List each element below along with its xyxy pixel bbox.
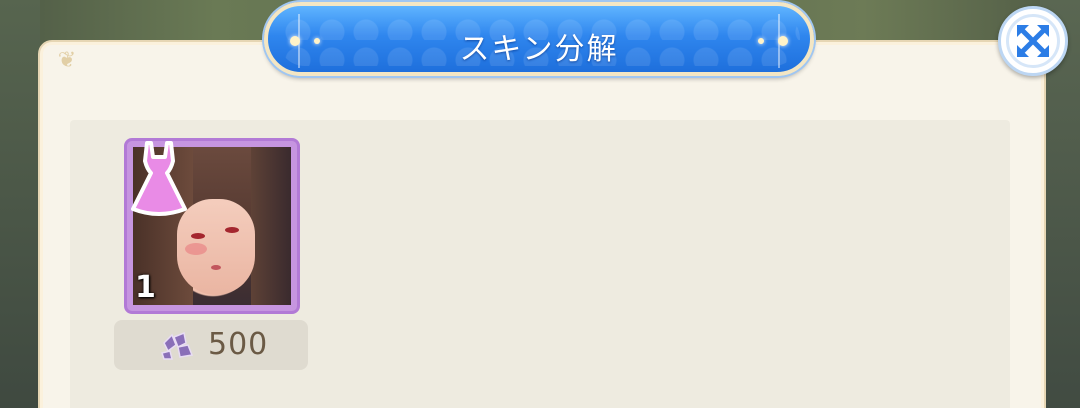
shard-icon [161, 331, 194, 360]
cost-bar: 500 [114, 320, 308, 370]
title-banner: スキン分解 [264, 2, 814, 76]
close-button[interactable] [998, 6, 1068, 76]
skin-item-card[interactable]: 1 [124, 138, 300, 314]
background-left [0, 0, 40, 408]
dialog-title: スキン分解 [459, 32, 619, 67]
dress-icon [131, 141, 187, 216]
item-count: 1 [135, 270, 156, 305]
close-icon [1017, 25, 1049, 57]
corner-ornament-icon: ❦ [57, 48, 77, 73]
cost-value: 500 [208, 327, 269, 362]
